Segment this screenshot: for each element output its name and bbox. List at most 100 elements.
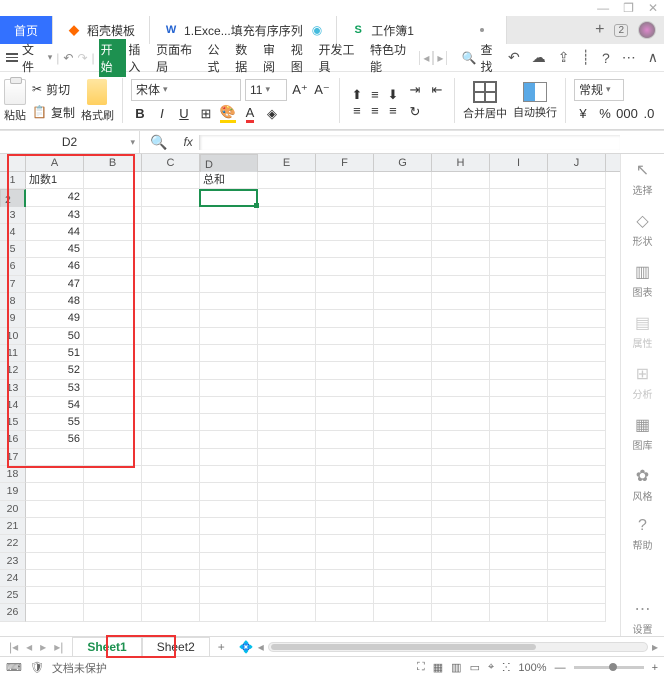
cell[interactable] bbox=[374, 224, 432, 241]
cell[interactable] bbox=[490, 224, 548, 241]
cell[interactable]: 53 bbox=[26, 380, 84, 397]
cell[interactable] bbox=[200, 345, 258, 362]
cell[interactable] bbox=[548, 207, 606, 224]
cell[interactable] bbox=[258, 189, 316, 206]
cell[interactable]: 51 bbox=[26, 345, 84, 362]
cell[interactable] bbox=[142, 328, 200, 345]
cell[interactable] bbox=[374, 431, 432, 448]
cell[interactable] bbox=[142, 189, 200, 206]
cell[interactable] bbox=[142, 553, 200, 570]
cell[interactable]: 43 bbox=[26, 207, 84, 224]
ribbon-overflow-right[interactable]: ▸ bbox=[433, 51, 447, 65]
cell[interactable] bbox=[258, 293, 316, 310]
cell[interactable] bbox=[432, 224, 490, 241]
row-header[interactable]: 7 bbox=[0, 276, 26, 293]
cell[interactable] bbox=[548, 189, 606, 206]
cell[interactable] bbox=[548, 518, 606, 535]
window-restore[interactable]: ❐ bbox=[623, 1, 634, 15]
cell[interactable] bbox=[490, 604, 548, 621]
cell[interactable] bbox=[374, 604, 432, 621]
spreadsheet-grid[interactable]: A B C D E F G H I J 1加数1总和24234344454564… bbox=[0, 154, 620, 636]
row-header[interactable]: 22 bbox=[0, 535, 26, 552]
sidepanel-style[interactable]: ✿风格 bbox=[633, 466, 653, 503]
cell[interactable] bbox=[316, 310, 374, 327]
cell[interactable]: 加数1 bbox=[26, 172, 84, 189]
notification-badge[interactable]: 2 bbox=[614, 24, 628, 37]
cell[interactable] bbox=[142, 172, 200, 189]
cell[interactable] bbox=[316, 258, 374, 275]
cell[interactable] bbox=[432, 258, 490, 275]
row-header[interactable]: 15 bbox=[0, 414, 26, 431]
cell[interactable] bbox=[374, 570, 432, 587]
sheet-tab-1[interactable]: Sheet1 bbox=[72, 637, 141, 656]
cell[interactable] bbox=[316, 276, 374, 293]
cell[interactable] bbox=[84, 310, 142, 327]
cell[interactable] bbox=[374, 172, 432, 189]
cell[interactable] bbox=[548, 553, 606, 570]
cell[interactable] bbox=[200, 328, 258, 345]
window-minimize[interactable]: — bbox=[597, 1, 609, 15]
paste-icon[interactable] bbox=[4, 79, 26, 105]
cell[interactable] bbox=[548, 449, 606, 466]
cell[interactable] bbox=[490, 483, 548, 500]
cell[interactable] bbox=[490, 570, 548, 587]
cell[interactable] bbox=[200, 380, 258, 397]
font-color-button[interactable]: A bbox=[241, 105, 259, 123]
cell[interactable] bbox=[316, 501, 374, 518]
ribbon-tab-start[interactable]: 开始 bbox=[99, 39, 127, 77]
row-header[interactable]: 4 bbox=[0, 224, 26, 241]
cell[interactable] bbox=[490, 380, 548, 397]
file-menu[interactable]: 文件▾ bbox=[22, 41, 52, 75]
cell[interactable] bbox=[374, 258, 432, 275]
align-middle-button[interactable]: ≡ bbox=[366, 86, 384, 104]
cell[interactable] bbox=[548, 258, 606, 275]
cell[interactable] bbox=[316, 449, 374, 466]
sidepanel-gallery[interactable]: ▦图库 bbox=[633, 415, 653, 452]
indent-inc-button[interactable]: ⇥ bbox=[406, 81, 424, 99]
cell[interactable] bbox=[26, 604, 84, 621]
row-header[interactable]: 8 bbox=[0, 293, 26, 310]
cell[interactable]: 56 bbox=[26, 431, 84, 448]
fx-icon[interactable]: fx bbox=[177, 135, 198, 149]
cell[interactable] bbox=[432, 241, 490, 258]
cell[interactable]: 45 bbox=[26, 241, 84, 258]
cell[interactable] bbox=[142, 501, 200, 518]
cell[interactable] bbox=[374, 501, 432, 518]
cell[interactable] bbox=[142, 431, 200, 448]
ribbon-tab-data[interactable]: 数据 bbox=[233, 41, 261, 75]
cell[interactable] bbox=[316, 380, 374, 397]
search-box[interactable]: 🔍查找 bbox=[461, 41, 504, 75]
cell[interactable] bbox=[200, 224, 258, 241]
cell[interactable] bbox=[142, 380, 200, 397]
cell[interactable] bbox=[200, 189, 258, 206]
comma-button[interactable]: 000 bbox=[618, 105, 636, 123]
cell[interactable] bbox=[26, 483, 84, 500]
italic-button[interactable]: I bbox=[153, 105, 171, 123]
cell[interactable] bbox=[374, 380, 432, 397]
cell[interactable] bbox=[316, 362, 374, 379]
font-grow-button[interactable]: A⁺ bbox=[291, 81, 309, 99]
cell[interactable] bbox=[258, 207, 316, 224]
cell[interactable]: 49 bbox=[26, 310, 84, 327]
cell[interactable] bbox=[258, 518, 316, 535]
cell[interactable] bbox=[432, 328, 490, 345]
sidepanel-analyze[interactable]: ⊞分析 bbox=[633, 364, 653, 401]
cell[interactable] bbox=[548, 380, 606, 397]
cell[interactable] bbox=[26, 535, 84, 552]
cell[interactable] bbox=[142, 449, 200, 466]
cell[interactable] bbox=[490, 258, 548, 275]
cell[interactable] bbox=[316, 466, 374, 483]
cell[interactable] bbox=[490, 189, 548, 206]
new-tab-button[interactable]: + bbox=[595, 21, 604, 39]
ribbon-tab-review[interactable]: 审阅 bbox=[261, 41, 289, 75]
cell[interactable] bbox=[84, 380, 142, 397]
cell[interactable] bbox=[548, 466, 606, 483]
cell[interactable] bbox=[548, 241, 606, 258]
col-header-C[interactable]: C bbox=[142, 154, 200, 171]
help-icon[interactable]: ? bbox=[602, 50, 610, 66]
cell[interactable] bbox=[258, 587, 316, 604]
sidepanel-help[interactable]: ?帮助 bbox=[633, 517, 653, 552]
cell[interactable] bbox=[432, 345, 490, 362]
cell[interactable] bbox=[84, 449, 142, 466]
border-button[interactable]: ⊞ bbox=[197, 105, 215, 123]
